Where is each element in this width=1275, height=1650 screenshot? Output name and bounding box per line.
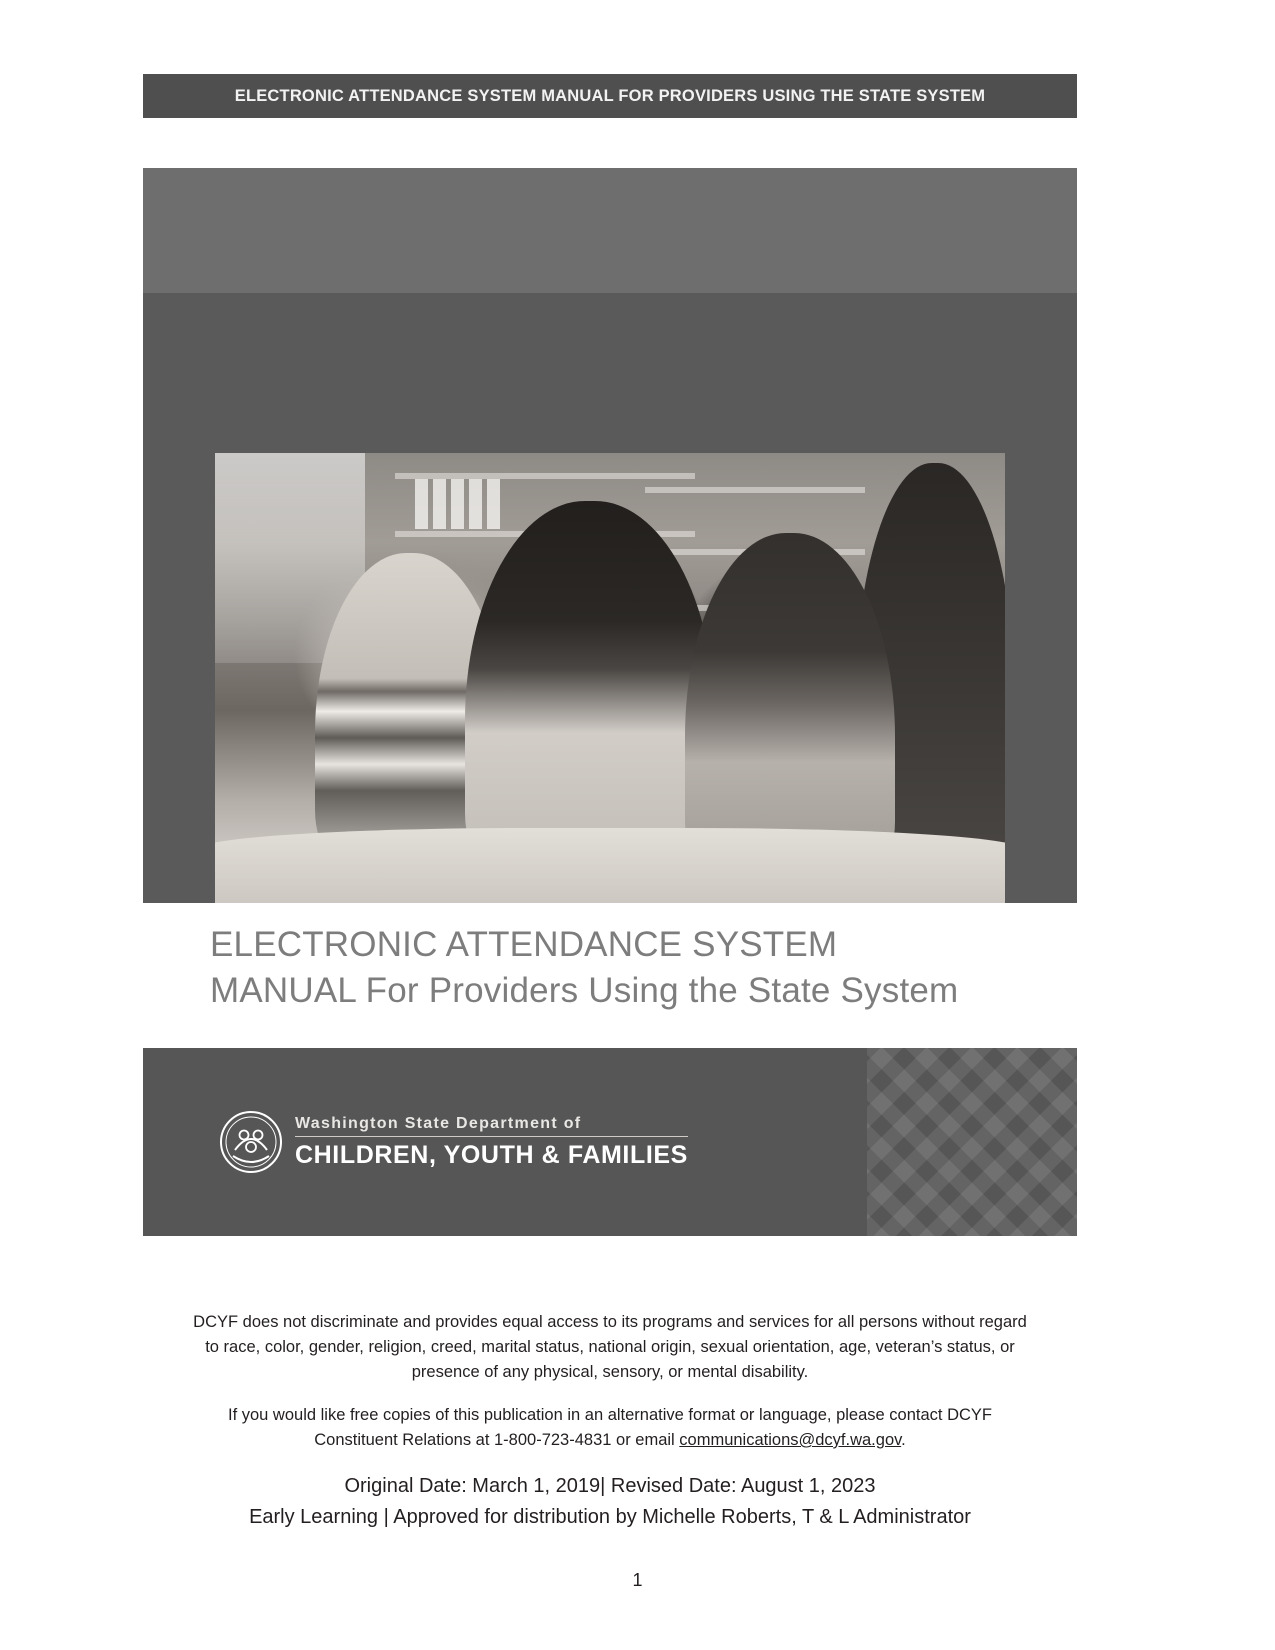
photo-book-detail (415, 479, 428, 529)
approval-line: Early Learning | Approved for distributi… (249, 1506, 971, 1528)
page-number: 1 (632, 1570, 643, 1590)
photo-book-detail (487, 479, 500, 529)
alt-format-line-2: Constituent Relations at 1-800-723-4831 … (143, 1428, 1077, 1453)
legal-notice-block: DCYF does not discriminate and provides … (143, 1310, 1077, 1533)
cover-title-line-1: ELECTRONIC ATTENDANCE SYSTEM (210, 925, 838, 964)
photo-book-detail (451, 479, 464, 529)
agency-prefix-text: Washington State Department of (295, 1114, 582, 1132)
photo-table-detail (215, 828, 1005, 903)
alt-format-suffix-text: . (901, 1431, 906, 1449)
nondiscrimination-line-1: DCYF does not discriminate and provides … (193, 1313, 1027, 1331)
wordmark-divider (295, 1135, 688, 1137)
dcyf-communications-email-link[interactable]: communications@dcyf.wa.gov (679, 1431, 901, 1449)
brand-band-pattern (867, 1048, 1077, 1236)
cover-photo-image (215, 453, 1005, 903)
publication-dates-line: Original Date: March 1, 2019| Revised Da… (344, 1475, 876, 1497)
photo-book-detail (433, 479, 446, 529)
agency-brand-band: Washington State Department of CHILDREN,… (143, 1048, 1077, 1236)
agency-wordmark: Washington State Department of CHILDREN,… (295, 1115, 688, 1170)
photo-book-detail (469, 479, 482, 529)
cover-title: ELECTRONIC ATTENDANCE SYSTEM MANUAL For … (210, 922, 1070, 1014)
cover-photo-frame (143, 293, 1077, 903)
nondiscrimination-line-2: to race, color, gender, religion, creed,… (205, 1338, 1015, 1356)
cover-photo-block (143, 168, 1077, 903)
alt-format-line-1: If you would like free copies of this pu… (227, 1406, 992, 1424)
photo-shelf-detail (645, 487, 865, 493)
agency-logo-lockup: Washington State Department of CHILDREN,… (219, 1110, 688, 1174)
dcyf-seal-icon (219, 1110, 283, 1174)
cover-title-line-2: MANUAL For Providers Using the State Sys… (210, 971, 959, 1010)
document-page: ELECTRONIC ATTENDANCE SYSTEM MANUAL FOR … (0, 0, 1275, 1650)
agency-name-text: CHILDREN, YOUTH & FAMILIES (295, 1140, 688, 1169)
running-header-bar: ELECTRONIC ATTENDANCE SYSTEM MANUAL FOR … (143, 74, 1077, 118)
running-header-text: ELECTRONIC ATTENDANCE SYSTEM MANUAL FOR … (234, 86, 986, 105)
alt-format-prefix-text: Constituent Relations at 1-800-723-4831 … (314, 1431, 680, 1449)
nondiscrimination-line-3: presence of any physical, sensory, or me… (411, 1363, 809, 1381)
